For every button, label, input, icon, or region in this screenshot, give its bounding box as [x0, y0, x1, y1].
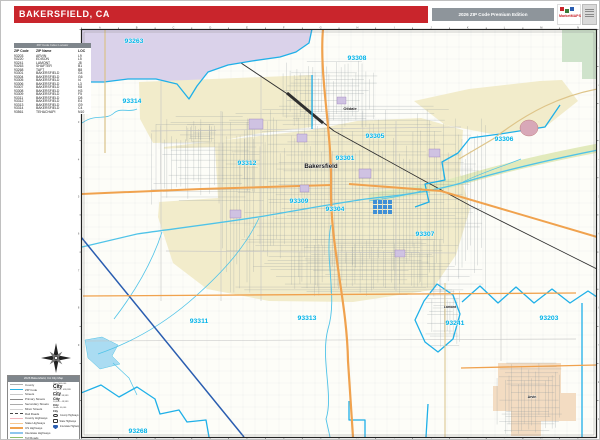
zip-index-row: 93561 TEHACHAPI N10	[14, 109, 85, 114]
zip-label-93312: 93312	[238, 160, 257, 167]
toll-swatch	[10, 436, 23, 439]
svg-text:7: 7	[78, 269, 80, 273]
zip-label-93314: 93314	[123, 98, 142, 105]
int-shield-icon	[53, 424, 58, 430]
svg-text:N: N	[577, 26, 579, 30]
zip-label-93311: 93311	[190, 318, 209, 325]
publisher-logo-mark: MarketMAPS	[557, 4, 581, 25]
logo-red-square	[560, 7, 564, 11]
zip-label-93308: 93308	[348, 55, 367, 62]
interstate-swatch	[10, 431, 23, 434]
zip-index-panel: ZIP Code Index Locator ZIP Code ZIP Name…	[14, 43, 91, 114]
city-label-bakersfield: Bakersfield	[304, 163, 338, 170]
svg-text:B: B	[136, 26, 138, 30]
zip-label-93203: 93203	[540, 315, 559, 322]
zip-index-rows: 93203 ARVIN L9 93220 EDISON L5 93241 LAMONT J8 93…	[14, 54, 91, 115]
park-hill-area	[519, 119, 539, 137]
logo-blue-square	[570, 7, 574, 11]
publisher-logo-text: MarketMAPS	[559, 14, 581, 18]
svg-text:5: 5	[78, 194, 80, 198]
zip-label-93307: 93307	[416, 231, 435, 238]
rail-swatch	[10, 413, 23, 415]
zip-label-93268: 93268	[129, 428, 148, 435]
svg-text:3: 3	[78, 120, 80, 124]
county-swatch	[10, 384, 23, 386]
zip-index-title: ZIP Code Index Locator	[14, 43, 91, 48]
zip-label-93309: 93309	[290, 198, 309, 205]
svg-text:6: 6	[78, 232, 80, 236]
svg-text:4: 4	[78, 157, 80, 161]
col-zip-name: ZIP Name	[36, 49, 52, 53]
zip-label-93313: 93313	[298, 315, 317, 322]
svg-text:E: E	[246, 26, 248, 30]
city-label-lamont: Lamont	[444, 305, 457, 309]
svg-text:H: H	[356, 26, 358, 30]
legend-row-toll: Toll Roads	[10, 435, 50, 439]
zip-swatch	[10, 389, 23, 391]
rect-shield-icon	[53, 419, 58, 424]
col-zip-code: ZIP Code	[14, 49, 29, 53]
svg-text:A: A	[99, 26, 101, 30]
countyhwy-swatch	[10, 417, 23, 420]
publisher-logo: MarketMAPS	[557, 4, 598, 25]
legend-line-symbols: County ZIP Code Streets Primary Streets Seco…	[8, 382, 52, 439]
city-label-arvin: Arvin	[528, 395, 537, 399]
zip-label-93304: 93304	[326, 206, 345, 213]
zip-label-93305: 93305	[366, 133, 385, 140]
svg-text:9: 9	[78, 343, 80, 347]
legend-city-symbols: Over 500,000 City 100,000 - 499,999 City 50,…	[52, 382, 79, 440]
statehwy-swatch	[10, 422, 23, 424]
col-loc: LOC	[78, 49, 86, 53]
oval-shield-icon	[53, 413, 58, 418]
edition-bar: 2026 ZIP Code Premium Edition	[432, 8, 554, 21]
svg-text:8: 8	[78, 306, 80, 310]
zip-label-93241: 93241	[446, 320, 465, 327]
svg-text:C: C	[173, 26, 175, 30]
zip-index-header: ZIP Code ZIP Name LOC	[14, 49, 91, 54]
map-legend: 2026 Bakersfield, CA City Map County ZIP …	[7, 375, 80, 440]
legend-shield-row: Interstate Highways	[53, 424, 79, 430]
map-sheet: 93263 93314 93308 93312 93305 93306 93301 93309…	[0, 0, 600, 440]
city-label-oildale: Oildale	[343, 106, 357, 111]
street-swatch	[10, 394, 23, 395]
logo-green-square	[565, 9, 569, 13]
map-title: BAKERSFIELD, CA	[19, 9, 111, 19]
svg-text:M: M	[540, 26, 542, 30]
primary-swatch	[10, 398, 23, 400]
ushwy-swatch	[10, 427, 23, 429]
zip-label-93306: 93306	[495, 136, 514, 143]
svg-text:K: K	[467, 26, 469, 30]
svg-text:G: G	[320, 26, 322, 30]
minor-swatch	[10, 408, 23, 410]
map-title-bar: BAKERSFIELD, CA	[14, 6, 428, 23]
zip-label-93301: 93301	[336, 155, 355, 162]
compass-rose	[41, 343, 71, 373]
zip-label-93263: 93263	[125, 38, 144, 45]
svg-text:D: D	[209, 26, 211, 30]
edition-label: 2026 ZIP Code Premium Edition	[458, 12, 528, 17]
publisher-address-box	[582, 4, 597, 25]
secondary-swatch	[10, 403, 23, 405]
